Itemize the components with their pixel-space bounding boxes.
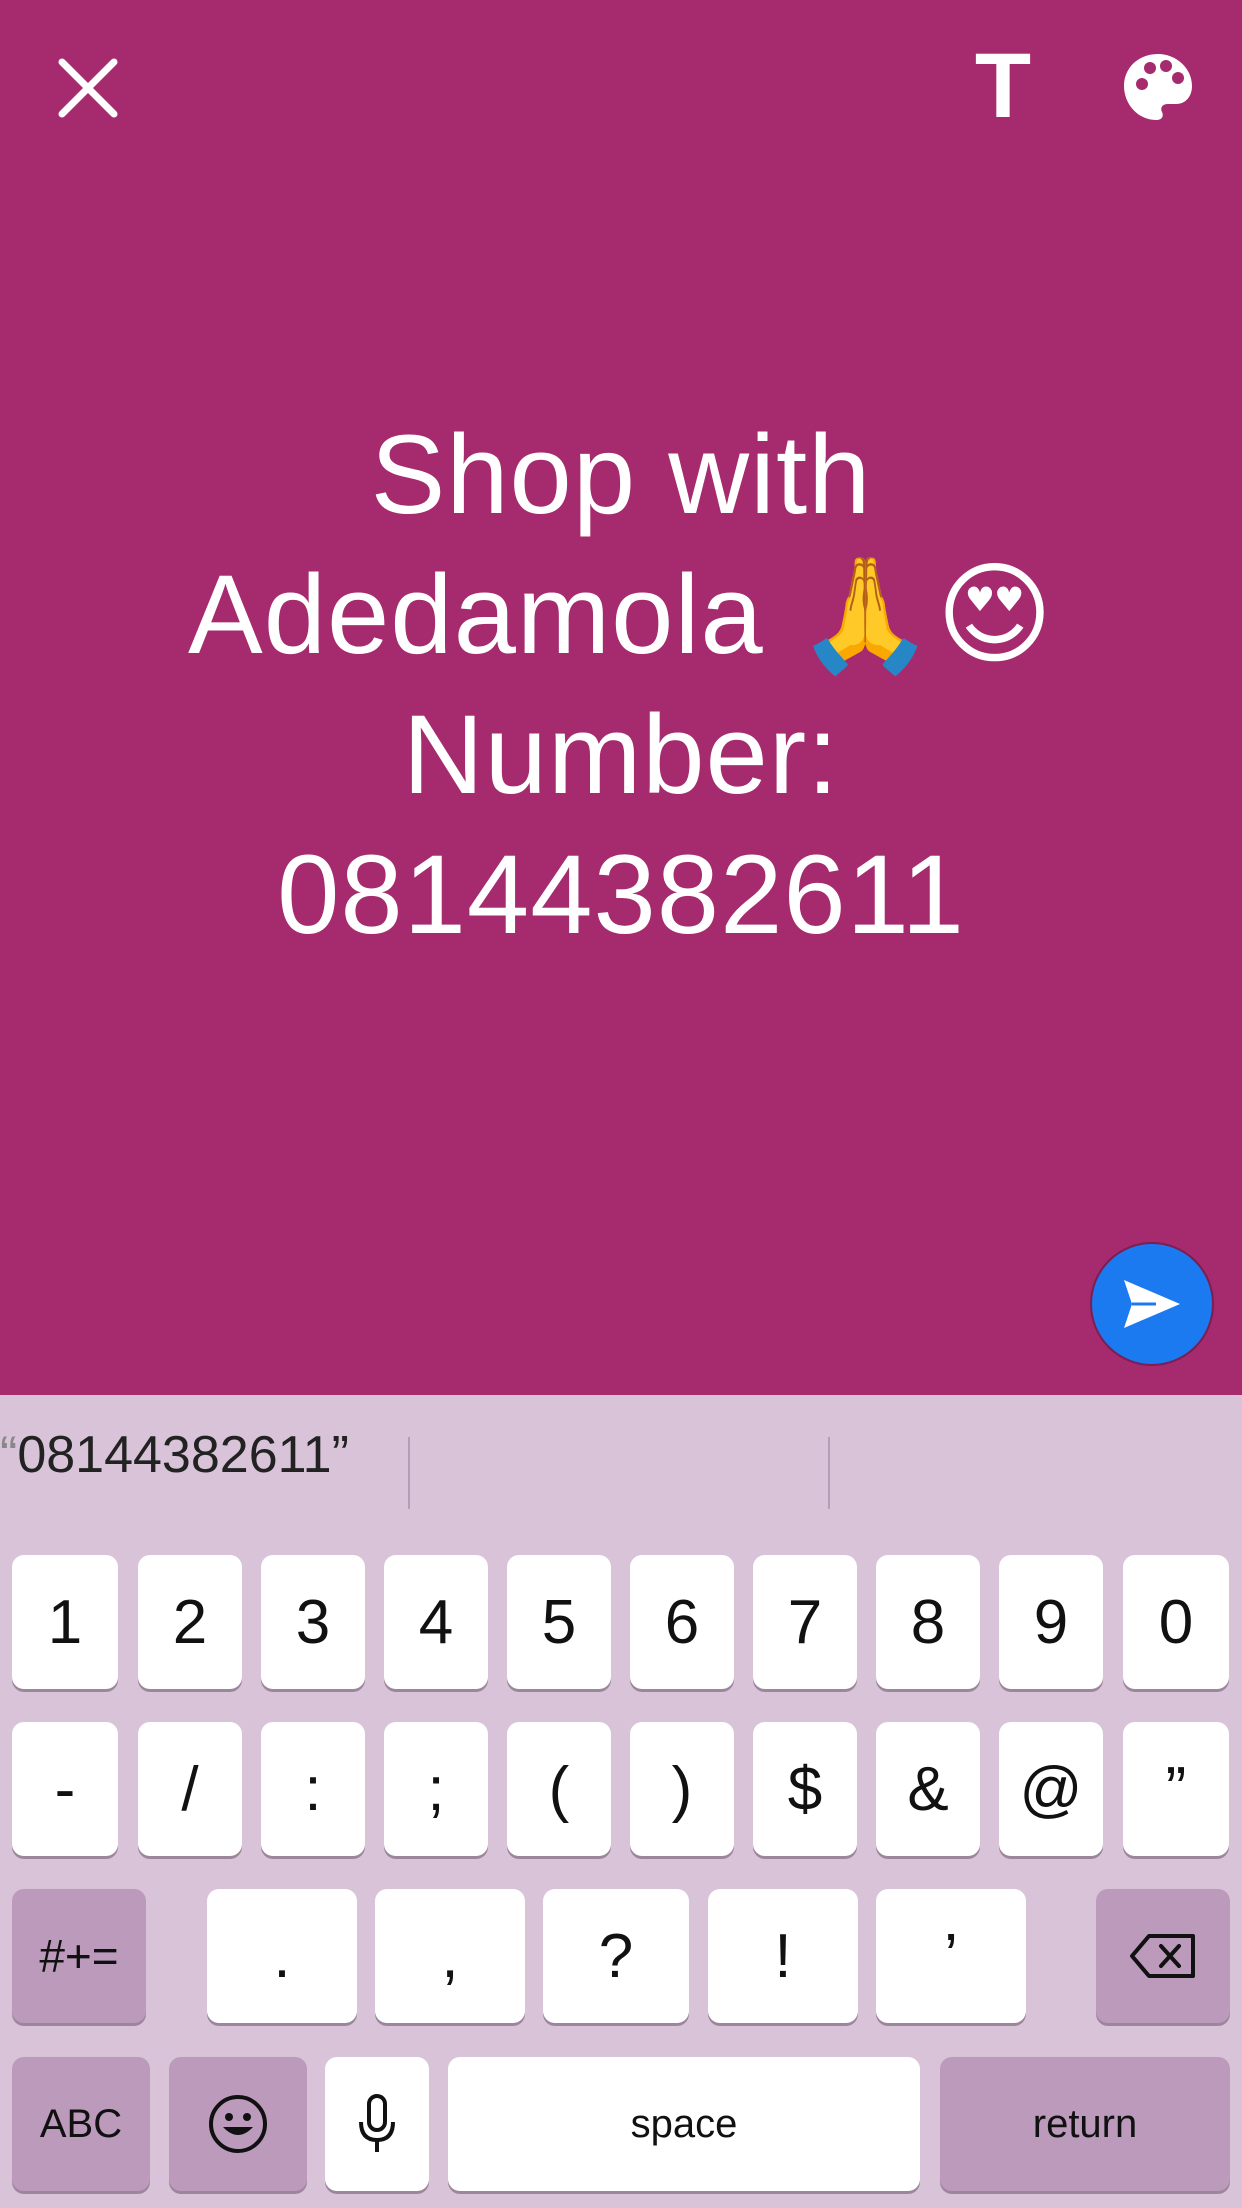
story-text-line-1: Shop with xyxy=(370,412,872,537)
key-7[interactable]: 7 xyxy=(753,1555,857,1689)
dictation-key[interactable] xyxy=(325,2057,429,2191)
story-text-line-4: 08144382611 xyxy=(277,832,965,957)
color-palette-button[interactable] xyxy=(1108,38,1208,138)
palette-icon xyxy=(1124,54,1192,120)
key-question[interactable]: ? xyxy=(543,1889,689,2023)
key-4[interactable]: 4 xyxy=(384,1555,488,1689)
story-text-line-2: Adedamola 🙏😍 xyxy=(120,545,1122,685)
key-more-symbols[interactable]: #+= xyxy=(12,1889,146,2023)
key-semicolon[interactable]: ; xyxy=(384,1722,488,1856)
space-key[interactable]: space xyxy=(448,2057,920,2191)
return-key[interactable]: return xyxy=(940,2057,1230,2191)
story-composer: T Shop with Adedamola 🙏😍 Number: 0814438… xyxy=(0,0,1242,1395)
suggestion-divider xyxy=(408,1437,410,1509)
suggestion-bar: “08144382611” xyxy=(0,1395,1242,1515)
key-slash[interactable]: / xyxy=(138,1722,242,1856)
key-colon[interactable]: : xyxy=(261,1722,365,1856)
suggestion-3[interactable] xyxy=(832,1395,1242,1515)
key-quote[interactable]: ” xyxy=(1123,1722,1229,1856)
key-comma[interactable]: , xyxy=(375,1889,525,2023)
key-6[interactable]: 6 xyxy=(630,1555,734,1689)
key-9[interactable]: 9 xyxy=(999,1555,1103,1689)
key-1[interactable]: 1 xyxy=(12,1555,118,1689)
key-hyphen[interactable]: - xyxy=(12,1722,118,1856)
key-close-paren[interactable]: ) xyxy=(630,1722,734,1856)
key-dollar[interactable]: $ xyxy=(753,1722,857,1856)
key-8[interactable]: 8 xyxy=(876,1555,980,1689)
send-icon xyxy=(1124,1280,1180,1328)
suggestion-1[interactable]: “08144382611” xyxy=(0,1395,405,1515)
key-at[interactable]: @ xyxy=(999,1722,1103,1856)
suggestion-divider xyxy=(828,1437,830,1509)
key-apostrophe[interactable]: ’ xyxy=(876,1889,1026,2023)
key-open-paren[interactable]: ( xyxy=(507,1722,611,1856)
backspace-icon xyxy=(1130,1934,1195,1978)
keyboard: “08144382611” 1 2 3 4 5 6 7 8 9 0 - / : … xyxy=(0,1395,1242,2208)
key-abc[interactable]: ABC xyxy=(12,2057,150,2191)
key-period[interactable]: . xyxy=(207,1889,357,2023)
story-text-line-3: Number: xyxy=(402,692,840,817)
story-text[interactable]: Shop with Adedamola 🙏😍 Number: 081443826… xyxy=(120,405,1122,965)
microphone-icon xyxy=(359,2094,395,2152)
folded-hands-emoji: 🙏 xyxy=(795,550,937,680)
text-style-button[interactable]: T xyxy=(955,38,1051,134)
story-name: Adedamola xyxy=(188,552,764,677)
suggestion-2[interactable] xyxy=(412,1395,826,1515)
close-button[interactable] xyxy=(40,40,136,136)
key-ampersand[interactable]: & xyxy=(876,1722,980,1856)
text-style-icon: T xyxy=(974,35,1032,137)
key-0[interactable]: 0 xyxy=(1123,1555,1229,1689)
key-3[interactable]: 3 xyxy=(261,1555,365,1689)
heart-eyes-emoji: 😍 xyxy=(936,550,1054,680)
key-exclamation[interactable]: ! xyxy=(708,1889,858,2023)
emoji-icon xyxy=(209,2095,267,2153)
emoji-key[interactable] xyxy=(169,2057,307,2191)
key-5[interactable]: 5 xyxy=(507,1555,611,1689)
close-icon xyxy=(58,58,118,118)
key-2[interactable]: 2 xyxy=(138,1555,242,1689)
delete-key[interactable] xyxy=(1096,1889,1230,2023)
send-button[interactable] xyxy=(1090,1242,1214,1366)
